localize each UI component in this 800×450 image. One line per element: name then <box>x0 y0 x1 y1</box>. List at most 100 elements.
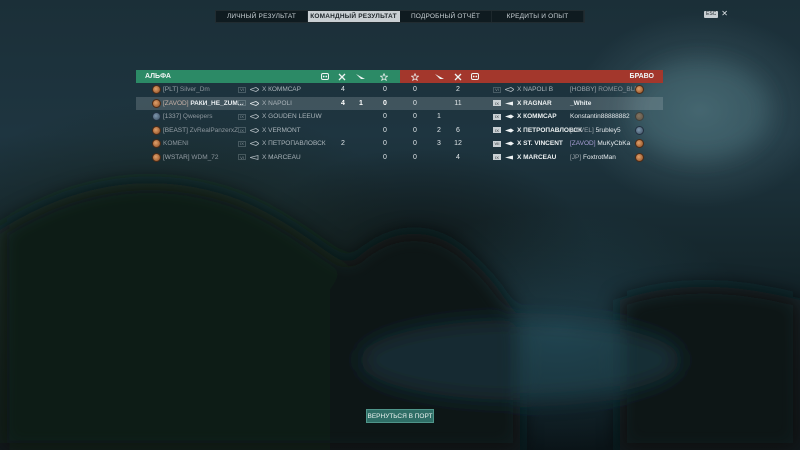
bravo-team-header: БРАВО <box>400 70 663 83</box>
kills-icon <box>336 71 348 83</box>
alpha-ship-name: X VERMONT <box>262 126 301 134</box>
rank-icon <box>152 83 161 97</box>
cruiser-icon <box>250 110 259 124</box>
base-points: 0 <box>383 86 387 94</box>
tier-badge: VI <box>238 151 246 165</box>
rank-icon <box>635 83 644 97</box>
table-row[interactable]: [BEAST] ZvRealPanzerxZ IX X VERMONT 0 0 … <box>136 124 663 138</box>
return-to-port-button[interactable]: ВЕРНУТЬСЯ В ПОРТ <box>366 409 434 423</box>
cruiser-icon <box>505 110 514 124</box>
bravo-kills-count <box>451 110 465 124</box>
tier-badge: VI <box>238 83 246 97</box>
cruiser-icon <box>250 83 259 97</box>
bravo-ship-name: X MARCEAU <box>517 153 557 161</box>
table-row[interactable]: [1337] Qweepers IX X GOUDEN LEEUW 0 0 1 … <box>136 110 663 124</box>
ribbons-count <box>336 124 350 138</box>
rank-icon <box>635 124 644 138</box>
tier-badge: IX <box>238 124 246 138</box>
bravo-base-points: 0 <box>413 99 417 107</box>
bravo-base-points: 0 <box>413 140 417 148</box>
alpha-player-name: [BEAST] ZvRealPanzerxZ <box>163 126 239 134</box>
rank-icon <box>152 110 161 124</box>
cruiser-icon <box>250 137 259 151</box>
bravo-kills-count: 6 <box>456 126 460 134</box>
tier-badge: VI <box>493 83 501 97</box>
base-points: 0 <box>383 126 387 134</box>
tab-personal-result[interactable]: ЛИЧНЫЙ РЕЗУЛЬТАТ <box>216 11 308 22</box>
alpha-team-header: АЛЬФА <box>136 70 400 83</box>
bravo-player-name: [HOBBY] ROMEO_BLR <box>570 86 640 94</box>
bravo-ship-name: X КОММСАР <box>517 113 557 121</box>
tab-detailed-report[interactable]: ПОДРОБНЫЙ ОТЧЁТ <box>400 11 492 22</box>
bravo-base-points: 0 <box>413 126 417 134</box>
bravo-planes-count <box>432 83 446 97</box>
rank-icon <box>635 151 644 165</box>
close-area: ESC ✕ <box>704 10 728 18</box>
esc-key-hint: ESC <box>704 10 719 18</box>
planes-icon <box>354 71 366 83</box>
ribbon-icon <box>319 71 331 83</box>
result-tabs: ЛИЧНЫЙ РЕЗУЛЬТАТ КОМАНДНЫЙ РЕЗУЛЬТАТ ПОД… <box>215 10 585 23</box>
base-points: 0 <box>383 99 387 107</box>
bravo-planes-count: 2 <box>437 126 441 134</box>
bravo-base-points: 0 <box>413 153 417 161</box>
bravo-planes-count <box>432 151 446 165</box>
bravo-kills-count: 4 <box>456 153 460 161</box>
ribbons-count: 4 <box>341 99 345 107</box>
bravo-player-name: [ZAVOD] MuKyCbKa <box>570 140 631 148</box>
destroyer-icon <box>505 151 514 165</box>
ribbon-icon <box>469 71 481 83</box>
alpha-ship-name: X MARCEAU <box>262 153 301 161</box>
kills-count <box>354 124 368 138</box>
alpha-team-name: АЛЬФА <box>145 73 171 80</box>
ribbons-count: 2 <box>341 140 345 148</box>
bravo-player-name: [LEVEL] 5rubley5 <box>570 126 621 134</box>
battle-background <box>0 60 800 450</box>
kills-icon <box>452 71 464 83</box>
alpha-player-name: [PLT] Silver_Dm <box>163 86 210 94</box>
tier-badge: IX <box>238 137 246 151</box>
bravo-ship-name: X ST. VINCENT <box>517 140 563 148</box>
bravo-player-name: Konstantin88888882 <box>570 113 630 121</box>
table-row-current-player[interactable]: [ZAVOD] РАКИ_НЕ_ZUM... VI X NAPOLI 4 1 0… <box>136 96 663 111</box>
close-icon[interactable]: ✕ <box>721 10 728 18</box>
rank-icon <box>635 110 644 124</box>
base-points: 0 <box>383 153 387 161</box>
bravo-planes-count: 1 <box>437 113 441 121</box>
planes-icon <box>433 71 445 83</box>
table-row[interactable]: [PLT] Silver_Dm VI X КОММСАР 4 0 0 2 VI … <box>136 83 663 97</box>
tab-credits-xp[interactable]: КРЕДИТЫ И ОПЫТ <box>492 11 584 22</box>
cruiser-icon <box>250 97 259 111</box>
bravo-kills-count: 2 <box>456 86 460 94</box>
kills-count: 1 <box>359 99 363 107</box>
team-result-table: [PLT] Silver_Dm VI X КОММСАР 4 0 0 2 VI … <box>136 83 663 164</box>
battleship-icon <box>505 124 514 138</box>
table-row[interactable]: KOMENI IX X ПЕТРОПАВЛОВСК 2 0 0 3 12 VII… <box>136 137 663 151</box>
bravo-kills-count: 12 <box>454 140 462 148</box>
kills-count <box>354 137 368 151</box>
tier-badge: IX <box>493 110 501 124</box>
alpha-ship-name: X ПЕТРОПАВЛОВСК <box>262 140 326 148</box>
tier-badge: IX <box>493 151 501 165</box>
bravo-kills-count: 11 <box>454 99 462 107</box>
alpha-ship-name: X NAPOLI <box>262 99 292 107</box>
tier-badge: IX <box>493 124 501 138</box>
table-row[interactable]: [WSTAR] WDM_72 VI X MARCEAU 0 0 4 IX X M… <box>136 151 663 165</box>
base-points: 0 <box>383 113 387 121</box>
tier-badge: IX <box>493 97 501 111</box>
ribbons-count: 4 <box>341 86 345 94</box>
bravo-player-name: [JP] FoxtrotMan <box>570 153 616 161</box>
tier-badge: VI <box>238 97 246 111</box>
tab-team-result[interactable]: КОМАНДНЫЙ РЕЗУЛЬТАТ <box>308 11 400 22</box>
battleship-icon <box>505 137 514 151</box>
bravo-base-points: 0 <box>413 86 417 94</box>
destroyer-icon <box>505 97 514 111</box>
rank-icon <box>635 137 644 151</box>
bravo-team-name: БРАВО <box>629 73 654 80</box>
base-points: 0 <box>383 140 387 148</box>
rank-icon <box>152 97 161 111</box>
alpha-player-name: [ZAVOD] РАКИ_НЕ_ZUM... <box>163 99 244 107</box>
bravo-ship-name: X RAGNAR <box>517 99 552 107</box>
battleship-icon <box>250 124 259 138</box>
cruiser-icon <box>505 83 514 97</box>
